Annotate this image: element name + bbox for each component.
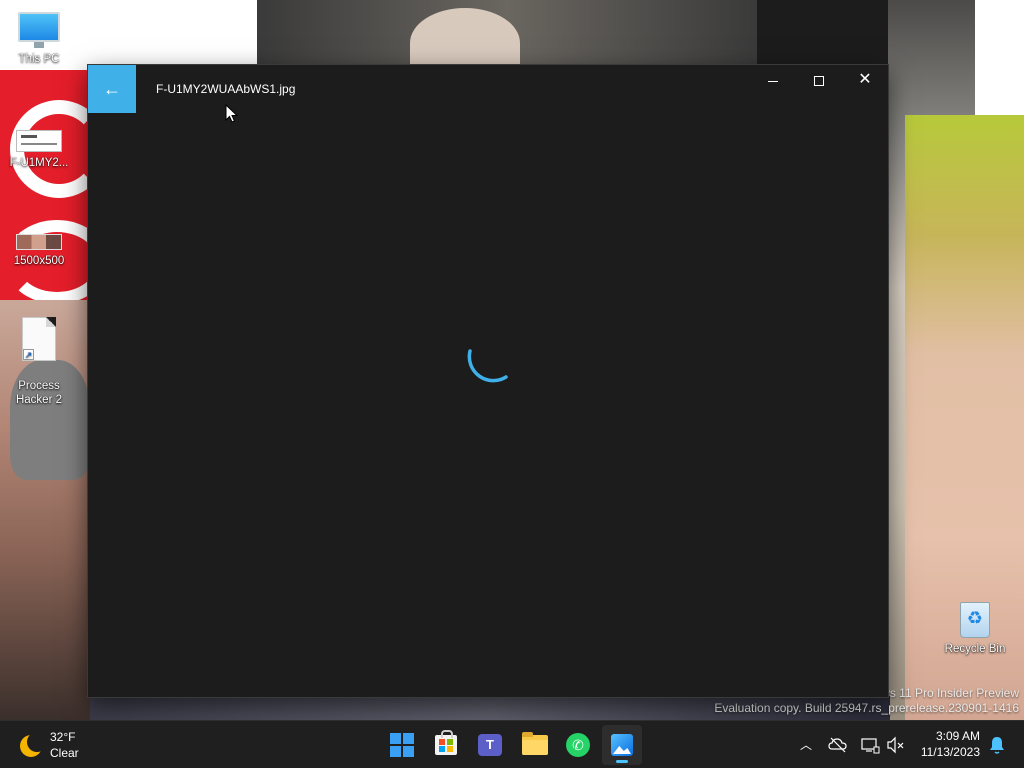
store-icon [435, 730, 457, 755]
taskbar: 32°F Clear T ✆ ︿ 3:09 AM 11/13/2023 [0, 720, 1024, 768]
image-file-icon [16, 234, 62, 250]
whatsapp-icon: ✆ [566, 733, 590, 757]
arrow-left-icon: ← [103, 79, 121, 99]
taskbar-app-file-explorer[interactable] [514, 725, 554, 765]
desktop-icon-label: This PC [18, 53, 60, 65]
minimize-button[interactable] [750, 65, 796, 97]
maximize-icon [814, 76, 824, 86]
maximize-button[interactable] [796, 65, 842, 97]
show-hidden-icons-button[interactable]: ︿ [796, 735, 816, 755]
close-button[interactable]: ✕ [842, 65, 888, 97]
start-button[interactable] [382, 725, 422, 765]
desktop-icon-image-file[interactable]: F-U1MY2... [0, 130, 78, 170]
image-file-icon [16, 130, 62, 152]
moon-icon [20, 732, 47, 757]
wallpaper-segment [975, 0, 1024, 115]
recycle-bin-icon: ♻ [958, 598, 992, 638]
shortcut-file-icon: ↗ [22, 317, 56, 361]
clock-time: 3:09 AM [935, 729, 980, 743]
weather-widget[interactable]: 32°F Clear [14, 727, 134, 763]
chevron-up-icon: ︿ [799, 738, 812, 752]
desktop-icon-label: 1500x500 [13, 255, 65, 267]
clock-date: 11/13/2023 [920, 745, 980, 759]
notification-bell-icon[interactable] [988, 735, 1006, 755]
photos-window: ← F-U1MY2WUAAbWS1.jpg ✕ [88, 65, 888, 697]
desktop-icon-label: Recycle Bin [944, 643, 1006, 655]
title-bar[interactable]: ← F-U1MY2WUAAbWS1.jpg ✕ [88, 65, 888, 113]
windows-start-icon [390, 733, 414, 757]
photos-icon [611, 734, 633, 756]
back-button[interactable]: ← [88, 65, 136, 113]
active-app-indicator [616, 760, 628, 763]
desktop-icon-this-pc[interactable]: This PC [0, 12, 78, 66]
desktop-icon-label: F-U1MY2... [9, 157, 69, 169]
volume-muted-icon[interactable] [886, 735, 906, 755]
loading-spinner-icon [467, 349, 508, 383]
weather-condition: Clear [50, 746, 79, 760]
taskbar-app-teams[interactable]: T [470, 725, 510, 765]
desktop-icon-label: Process Hacker 2 [15, 380, 63, 406]
wallpaper-segment [0, 70, 109, 310]
taskbar-app-store[interactable] [426, 725, 466, 765]
taskbar-app-whatsapp[interactable]: ✆ [558, 725, 598, 765]
onedrive-offline-icon[interactable] [828, 735, 848, 755]
desktop-icon-recycle-bin[interactable]: ♻ Recycle Bin [936, 598, 1014, 656]
minimize-icon [768, 81, 778, 82]
network-icon[interactable] [860, 735, 880, 755]
folder-icon [522, 732, 548, 755]
watermark-line: Evaluation copy. Build 25947.rs_prerelea… [714, 701, 1019, 715]
desktop-icon-image-file[interactable]: 1500x500 [0, 234, 78, 268]
close-icon: ✕ [858, 71, 872, 88]
teams-icon: T [478, 734, 502, 756]
weather-temperature: 32°F [50, 730, 76, 744]
taskbar-app-photos[interactable] [602, 725, 642, 765]
desktop-icon-process-hacker[interactable]: ↗ Process Hacker 2 [0, 303, 78, 407]
this-pc-icon [18, 12, 60, 48]
window-title: F-U1MY2WUAAbWS1.jpg [156, 82, 296, 96]
mouse-cursor-icon [225, 104, 239, 123]
